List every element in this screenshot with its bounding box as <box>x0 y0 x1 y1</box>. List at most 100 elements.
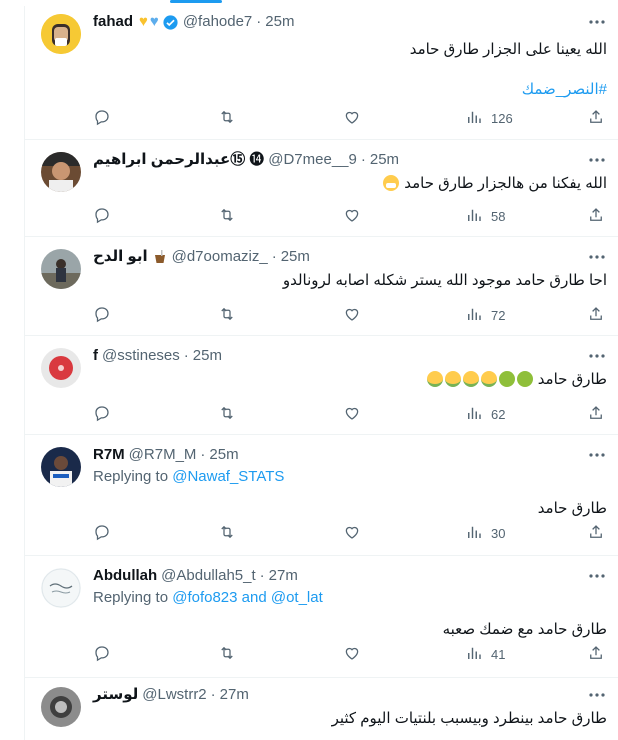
more-icon[interactable] <box>587 150 607 170</box>
tweet[interactable]: Abdullah @Abdullah5_t · 27m Replying to … <box>25 556 618 678</box>
retweet-button[interactable] <box>218 644 236 664</box>
reply-feed[interactable]: fahad ♥ ♥ @fahode7 · 25m الله يعينا على … <box>24 6 618 740</box>
share-button[interactable] <box>587 305 605 325</box>
retweet-icon <box>218 404 236 425</box>
tweet[interactable]: ابو الدح @d7oomaziz_ · 25m احا طارق حامد… <box>25 237 618 336</box>
views-count: 30 <box>491 525 506 541</box>
more-icon[interactable] <box>587 566 607 586</box>
retweet-button[interactable] <box>218 523 236 543</box>
more-icon[interactable] <box>587 346 607 366</box>
views-button[interactable]: 72 <box>465 305 505 325</box>
author-name[interactable]: لوستر <box>93 685 138 705</box>
reply-button[interactable] <box>93 523 111 543</box>
tweet-text: الله يفكنا من هالجزار طارق حامد <box>404 175 607 192</box>
author-name[interactable]: ابو الدح <box>93 247 148 267</box>
author-name[interactable]: Abdullah <box>93 566 157 586</box>
tweet-actions: 62 <box>93 404 607 424</box>
author-handle[interactable]: @sstineses <box>102 346 180 366</box>
author-handle[interactable]: @Lwstrr2 <box>142 685 206 705</box>
like-button[interactable] <box>343 108 361 128</box>
views-button[interactable]: 126 <box>465 108 513 128</box>
reply-icon <box>93 305 111 326</box>
tweet-text: طارق حامد <box>537 500 607 517</box>
more-icon[interactable] <box>587 12 607 32</box>
share-button[interactable] <box>587 108 605 128</box>
share-button[interactable] <box>587 644 605 664</box>
hashtag-link[interactable]: #النصر_ضمك <box>93 80 607 98</box>
author-name[interactable]: f <box>93 346 98 366</box>
like-icon <box>343 644 361 665</box>
timestamp[interactable]: 25m <box>281 247 310 267</box>
like-button[interactable] <box>343 644 361 664</box>
author-handle[interactable]: @d7oomaziz_ <box>172 247 268 267</box>
author-name[interactable]: R7M <box>93 445 125 465</box>
share-icon <box>587 404 605 425</box>
avatar[interactable] <box>41 568 81 608</box>
share-button[interactable] <box>587 206 605 226</box>
separator-dot: · <box>259 567 265 584</box>
timestamp[interactable]: 27m <box>220 685 249 705</box>
tweet[interactable]: R7M @R7M_M · 25m Replying to @Nawaf_STAT… <box>25 435 618 556</box>
like-button[interactable] <box>343 404 361 424</box>
retweet-icon <box>218 644 236 665</box>
share-icon <box>587 644 605 665</box>
tweet-text-row: طارق حامد <box>93 370 607 390</box>
views-count: 72 <box>491 307 506 323</box>
like-button[interactable] <box>343 206 361 226</box>
tweet-text: احا طارق حامد موجود الله يستر شكله اصابه… <box>282 272 607 289</box>
replying-label: Replying to <box>93 468 169 485</box>
retweet-button[interactable] <box>218 206 236 226</box>
views-button[interactable]: 30 <box>465 523 505 543</box>
share-button[interactable] <box>587 404 605 424</box>
reply-button[interactable] <box>93 644 111 664</box>
reply-button[interactable] <box>93 305 111 325</box>
reply-icon <box>93 108 111 129</box>
timestamp[interactable]: 25m <box>265 12 294 32</box>
retweet-button[interactable] <box>218 305 236 325</box>
reply-button[interactable] <box>93 206 111 226</box>
views-count: 41 <box>491 646 506 662</box>
more-icon[interactable] <box>587 685 607 705</box>
tweet-actions: 30 <box>93 523 607 543</box>
tweet[interactable]: عبدالرحمن ابراهيم⑮ ⓮ @D7mee__9 · 25m الل… <box>25 140 618 237</box>
author-handle[interactable]: @D7mee__9 <box>268 150 357 170</box>
replying-to-link[interactable]: @fofo823 and @ot_lat <box>172 589 323 606</box>
tweet[interactable]: لوستر @Lwstrr2 · 27m طارق حامد بينطرد وب… <box>25 678 618 738</box>
author-handle[interactable]: @Abdullah5_t <box>161 566 255 586</box>
author-name[interactable]: fahad <box>93 12 133 32</box>
avatar[interactable] <box>41 447 81 487</box>
reply-button[interactable] <box>93 108 111 128</box>
retweet-button[interactable] <box>218 108 236 128</box>
tweet[interactable]: fahad ♥ ♥ @fahode7 · 25m الله يعينا على … <box>25 6 618 140</box>
timestamp[interactable]: 25m <box>370 150 399 170</box>
verified-icon <box>162 14 179 31</box>
separator-dot: · <box>200 446 206 463</box>
views-button[interactable]: 41 <box>465 644 505 664</box>
like-button[interactable] <box>343 523 361 543</box>
more-icon[interactable] <box>587 247 607 267</box>
avatar[interactable] <box>41 152 81 192</box>
author-handle[interactable]: @R7M_M <box>129 445 197 465</box>
avatar[interactable] <box>41 348 81 388</box>
avatar[interactable] <box>41 14 81 54</box>
author-name[interactable]: عبدالرحمن ابراهيم⑮ <box>93 150 245 170</box>
retweet-button[interactable] <box>218 404 236 424</box>
replying-to-link[interactable]: @Nawaf_STATS <box>172 468 284 485</box>
timestamp[interactable]: 27m <box>269 566 298 586</box>
timestamp[interactable]: 25m <box>209 445 238 465</box>
tweet-text: الله يعينا على الجزار طارق حامد <box>409 41 607 58</box>
more-icon[interactable] <box>587 445 607 465</box>
avatar[interactable] <box>41 687 81 727</box>
author-handle[interactable]: @fahode7 <box>183 12 252 32</box>
reply-icon <box>93 206 111 227</box>
share-button[interactable] <box>587 523 605 543</box>
reply-button[interactable] <box>93 404 111 424</box>
tweet[interactable]: f @sstineses · 25m طارق حامد 62 <box>25 336 618 435</box>
like-button[interactable] <box>343 305 361 325</box>
views-button[interactable]: 62 <box>465 404 505 424</box>
timestamp[interactable]: 25m <box>193 346 222 366</box>
avatar[interactable] <box>41 249 81 289</box>
vomiting-face-icon <box>426 371 443 387</box>
retweet-icon <box>218 108 236 129</box>
views-button[interactable]: 58 <box>465 206 505 226</box>
